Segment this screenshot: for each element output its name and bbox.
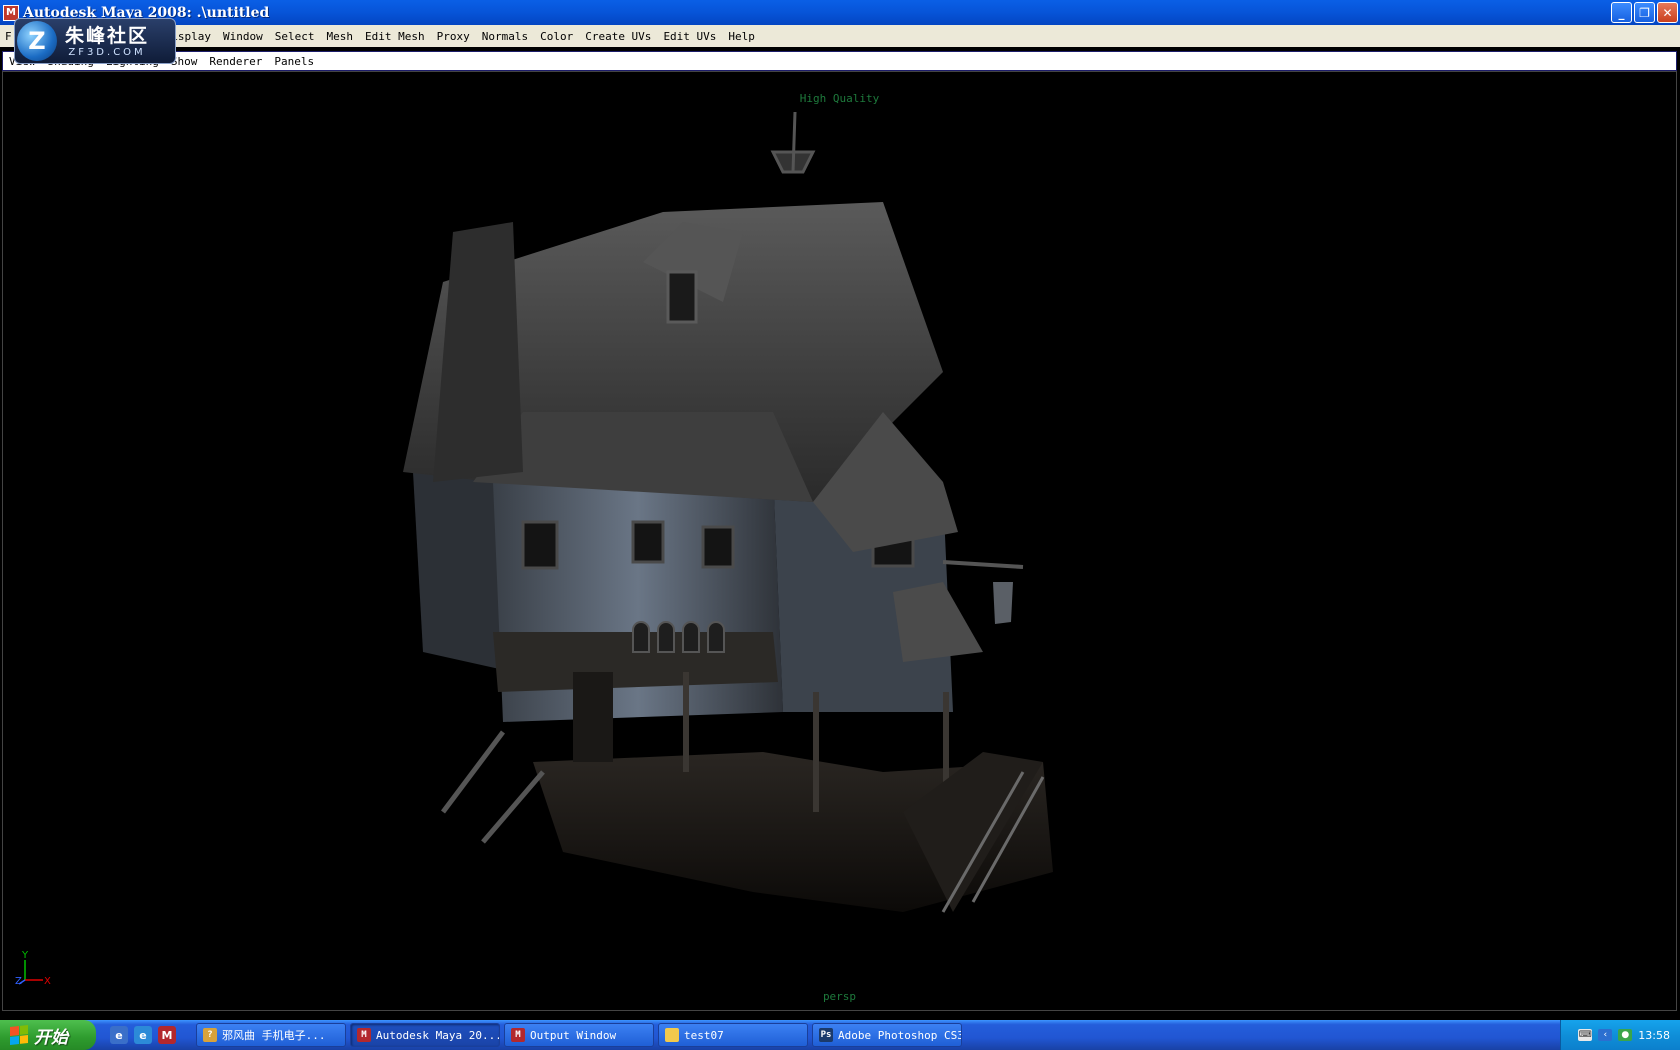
watermark-logo-icon: Z [17, 21, 57, 61]
window-controls: _ ❐ ✕ [1611, 2, 1678, 23]
start-label: 开始 [34, 1027, 68, 1048]
menu-select[interactable]: Select [269, 30, 321, 43]
perspective-viewport[interactable]: High Quality Y X Z persp [2, 71, 1677, 1011]
support-post [683, 672, 689, 772]
windows-logo-icon [10, 1025, 28, 1045]
task-label: Adobe Photoshop CS3 [838, 1028, 962, 1042]
camera-name-label: persp [822, 990, 857, 1003]
watermark-chinese: 朱峰社区 [65, 24, 150, 47]
task-label: Output Window [530, 1028, 617, 1042]
menu-help[interactable]: Help [722, 30, 761, 43]
question-icon: ? [203, 1028, 217, 1042]
browser-quicklaunch-icon[interactable]: e [110, 1026, 128, 1044]
panel-menu-bar: View Shading Lighting Show Renderer Pane… [2, 51, 1677, 71]
maya-icon: M [511, 1028, 525, 1042]
keyboard-icon[interactable]: ⌨ [1578, 1029, 1593, 1041]
menu-edit-mesh[interactable]: Edit Mesh [359, 30, 431, 43]
window [701, 525, 735, 569]
close-icon: ✕ [1662, 5, 1673, 20]
main-menu-bar: F Display Window Select Mesh Edit Mesh P… [0, 25, 1680, 47]
taskbar-button-photoshop[interactable]: Ps Adobe Photoshop CS3 [812, 1023, 962, 1047]
clock[interactable]: 13:58 [1638, 1029, 1670, 1042]
porch-roof [893, 582, 983, 662]
panel-menu-panels[interactable]: Panels [268, 55, 320, 68]
title-bar[interactable]: M Autodesk Maya 2008: .\untitled _ ❐ ✕ [0, 0, 1680, 25]
close-button[interactable]: ✕ [1657, 2, 1678, 23]
folder-icon [665, 1028, 679, 1042]
maya-quicklaunch-icon[interactable]: M [158, 1026, 176, 1044]
task-label: 邪风曲 手机电子... [222, 1029, 326, 1042]
windows-taskbar: 开始 e e M ? 邪风曲 手机电子... M Autodesk Maya 2… [0, 1020, 1680, 1050]
watermark-logo: Z 朱峰社区 ZF3D.COM [14, 18, 176, 64]
panel-menu-renderer[interactable]: Renderer [203, 55, 268, 68]
task-label: Autodesk Maya 20... [376, 1028, 500, 1042]
photoshop-icon: Ps [819, 1028, 833, 1042]
ie-quicklaunch-icon[interactable]: e [134, 1026, 152, 1044]
system-tray: ⌨ ‹ ● 13:58 [1560, 1020, 1680, 1050]
axis-z-label: Z [15, 976, 22, 987]
menu-create-uvs[interactable]: Create UVs [579, 30, 657, 43]
menu-edit-uvs[interactable]: Edit UVs [657, 30, 722, 43]
dormer-window [666, 270, 698, 324]
house-model[interactable] [383, 112, 1123, 992]
menu-normals[interactable]: Normals [476, 30, 534, 43]
taskbar-button-test07[interactable]: test07 [658, 1023, 808, 1047]
restore-button[interactable]: ❐ [1634, 2, 1655, 23]
stilts [441, 730, 545, 844]
window [631, 520, 665, 564]
menu-window[interactable]: Window [217, 30, 269, 43]
menu-proxy[interactable]: Proxy [431, 30, 476, 43]
minimize-button[interactable]: _ [1611, 2, 1632, 23]
taskbar-button-maya[interactable]: M Autodesk Maya 20... [350, 1023, 500, 1047]
chimney [433, 222, 523, 482]
menu-color[interactable]: Color [534, 30, 579, 43]
weathervane [770, 112, 816, 174]
window [521, 520, 559, 570]
taskbar-button-output-window[interactable]: M Output Window [504, 1023, 654, 1047]
watermark-text: 朱峰社区 ZF3D.COM [65, 25, 149, 58]
axis-gizmo: Y X Z [15, 950, 51, 987]
watermark-url: ZF3D.COM [68, 46, 146, 58]
restore-icon: ❐ [1639, 5, 1650, 20]
support-post [813, 692, 819, 812]
quick-launch: e e M [110, 1026, 176, 1044]
arrow-icon[interactable]: ‹ [1598, 1029, 1613, 1041]
network-icon[interactable]: ● [1618, 1029, 1633, 1041]
axis-x-label: X [44, 976, 51, 987]
task-label: test07 [684, 1028, 724, 1042]
taskbar-button-music[interactable]: ? 邪风曲 手机电子... [196, 1023, 346, 1047]
hud-quality-label: High Quality [799, 92, 880, 105]
minimize-icon: _ [1618, 5, 1625, 20]
menu-mesh[interactable]: Mesh [320, 30, 359, 43]
sign-bracket [942, 560, 1024, 569]
start-button[interactable]: 开始 [0, 1020, 96, 1050]
door [573, 672, 613, 762]
hanging-sign [993, 582, 1013, 624]
maya-icon: M [357, 1028, 371, 1042]
axis-y-label: Y [21, 950, 29, 961]
